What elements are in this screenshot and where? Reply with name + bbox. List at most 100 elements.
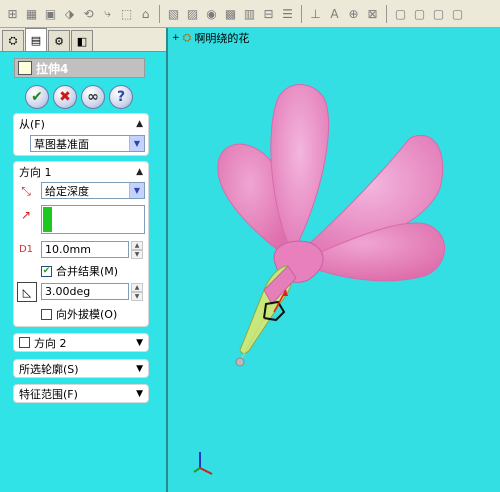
from-group-header[interactable]: 从(F) ▲ bbox=[14, 114, 148, 133]
view-front-icon[interactable]: ▢ bbox=[392, 5, 409, 23]
draft-toggle-button[interactable]: ◺ bbox=[17, 282, 37, 302]
direction2-label: 方向 2 bbox=[34, 336, 67, 350]
depth-icon: D1 bbox=[18, 243, 34, 255]
configuration-icon: ⚙ bbox=[54, 34, 64, 48]
spin-up-icon[interactable]: ▲ bbox=[131, 241, 143, 250]
property-icon: ▤ bbox=[30, 33, 42, 47]
reverse-direction-icon[interactable]: ⤡ bbox=[17, 182, 35, 200]
stem-end bbox=[235, 357, 245, 367]
action-buttons: ✔ ✖ ∞ ? bbox=[25, 85, 133, 109]
feature-scope-group[interactable]: 特征范围(F) ▼ bbox=[13, 384, 149, 403]
depth-input[interactable]: 10.0mm bbox=[41, 241, 129, 258]
rectangle-icon[interactable]: ⬗ bbox=[61, 5, 78, 23]
expand-down-icon[interactable]: ▼ bbox=[136, 338, 143, 348]
centerpoint-icon[interactable]: ⊥ bbox=[307, 5, 324, 23]
display-manager-tab[interactable]: ◧ bbox=[71, 30, 93, 51]
text-icon[interactable]: A bbox=[326, 5, 343, 23]
end-condition-value: 给定深度 bbox=[45, 184, 89, 198]
selected-contours-group[interactable]: 所选轮廓(S) ▼ bbox=[13, 359, 149, 378]
glasses-icon: ∞ bbox=[87, 89, 99, 105]
spline-icon[interactable]: ⬚ bbox=[118, 5, 135, 23]
feature-manager-tab[interactable]: ⛭ bbox=[2, 30, 24, 51]
extrude-icon bbox=[18, 61, 32, 75]
construction-icon[interactable]: ⊟ bbox=[260, 5, 277, 23]
command-toolbar: ⊞ ▦ ▣ ⬗ ⟲ ⤷ ⬚ ⌂ ▧ ▨ ◉ ▩ ▥ ⊟ ☰ ⊥ A ⊕ ⊠ ▢ … bbox=[0, 0, 500, 28]
expand-down-icon[interactable]: ▼ bbox=[136, 389, 143, 399]
direction2-header: 方向 2 bbox=[19, 335, 67, 351]
note-icon[interactable]: ⊕ bbox=[345, 5, 362, 23]
axis-triad bbox=[193, 452, 213, 475]
feature-name: 拉伸4 bbox=[36, 61, 69, 76]
depth-spinner[interactable]: ▲ ▼ bbox=[131, 241, 143, 259]
draft-outward-label: 向外拔模(O) bbox=[56, 308, 118, 321]
toolbar-separator bbox=[386, 4, 387, 23]
spin-down-icon[interactable]: ▼ bbox=[131, 250, 143, 259]
display-icon: ◧ bbox=[76, 34, 88, 48]
expand-down-icon[interactable]: ▼ bbox=[136, 364, 143, 374]
grid-icon[interactable]: ▥ bbox=[241, 5, 258, 23]
chevron-down-icon[interactable]: ▼ bbox=[129, 136, 144, 151]
direction-arrow-icon: ↗ bbox=[20, 208, 32, 222]
smart-dimension-icon[interactable]: ▦ bbox=[23, 5, 40, 23]
direction1-group: 方向 1 ▲ ⤡ 给定深度 ▼ ↗ D1 10.0mm ▲ ▼ ✔ 合并结果(M… bbox=[13, 161, 149, 327]
draft-angle-value: 3.00deg bbox=[45, 285, 91, 298]
merge-result-label: 合并结果(M) bbox=[56, 265, 119, 278]
chevron-down-icon[interactable]: ▼ bbox=[129, 183, 144, 198]
mirror-icon[interactable]: ▨ bbox=[184, 5, 201, 23]
property-manager-panel: ⛭ ▤ ⚙ ◧ 拉伸4 ✔ ✖ ∞ ? 从(F) ▲ 草图基准面 ▼ 方向 1 … bbox=[0, 28, 168, 492]
collapse-up-icon[interactable]: ▲ bbox=[136, 167, 143, 177]
draft-angle-spinner[interactable]: ▲ ▼ bbox=[131, 283, 143, 301]
view-iso-icon[interactable]: ▢ bbox=[449, 5, 466, 23]
direction-selection-box[interactable] bbox=[41, 205, 145, 234]
trim-icon[interactable]: ◉ bbox=[203, 5, 220, 23]
end-condition-select[interactable]: 给定深度 ▼ bbox=[41, 182, 145, 199]
arc-icon[interactable]: ⤷ bbox=[99, 5, 116, 23]
offset-icon[interactable]: ▩ bbox=[222, 5, 239, 23]
start-condition-select[interactable]: 草图基准面 ▼ bbox=[30, 135, 145, 152]
point-icon[interactable]: ⌂ bbox=[137, 5, 154, 23]
relations-icon[interactable]: ☰ bbox=[279, 5, 296, 23]
collapse-up-icon[interactable]: ▲ bbox=[136, 119, 143, 129]
detailed-preview-button[interactable]: ∞ bbox=[81, 85, 105, 109]
feature-tree-icon: ⛭ bbox=[8, 34, 18, 47]
view-right-icon[interactable]: ▢ bbox=[430, 5, 447, 23]
toolbar-separator bbox=[301, 4, 302, 23]
direction2-group[interactable]: 方向 2 ▼ bbox=[13, 333, 149, 352]
from-group: 从(F) ▲ 草图基准面 ▼ bbox=[13, 113, 149, 156]
close-icon: ✖ bbox=[59, 89, 71, 105]
toolbar-separator bbox=[159, 4, 160, 23]
feature-scope-label: 特征范围(F) bbox=[19, 387, 78, 401]
spin-down-icon[interactable]: ▼ bbox=[131, 292, 143, 301]
graphics-area[interactable]: + ⛭ 啊明绕的花 bbox=[168, 28, 500, 492]
checkbox-checked-icon[interactable]: ✔ bbox=[41, 265, 52, 277]
draft-outward-checkbox[interactable]: 向外拔模(O) bbox=[41, 306, 117, 322]
property-manager-tab[interactable]: ▤ bbox=[25, 28, 47, 51]
view-icon[interactable]: ⊠ bbox=[364, 5, 381, 23]
direction2-checkbox[interactable] bbox=[19, 337, 30, 348]
depth-value: 10.0mm bbox=[45, 243, 91, 256]
manager-tabs: ⛭ ▤ ⚙ ◧ bbox=[0, 28, 166, 52]
configuration-manager-tab[interactable]: ⚙ bbox=[48, 30, 70, 51]
view-top-icon[interactable]: ▢ bbox=[411, 5, 428, 23]
direction1-group-header[interactable]: 方向 1 ▲ bbox=[14, 162, 148, 181]
property-manager-title: 拉伸4 bbox=[14, 58, 145, 78]
ok-button[interactable]: ✔ bbox=[25, 85, 49, 109]
checkbox-unchecked-icon[interactable] bbox=[41, 308, 52, 320]
selected-contours-label: 所选轮廓(S) bbox=[19, 362, 79, 376]
direction1-label: 方向 1 bbox=[19, 165, 52, 179]
circle-icon[interactable]: ⟲ bbox=[80, 5, 97, 23]
selection-indicator bbox=[43, 207, 52, 232]
sketch-icon[interactable]: ⊞ bbox=[4, 5, 21, 23]
spin-up-icon[interactable]: ▲ bbox=[131, 283, 143, 292]
start-condition-value: 草图基准面 bbox=[34, 137, 89, 151]
help-button[interactable]: ? bbox=[109, 85, 133, 109]
centerline-icon[interactable]: ▧ bbox=[165, 5, 182, 23]
line-icon[interactable]: ▣ bbox=[42, 5, 59, 23]
flower-model[interactable] bbox=[168, 28, 500, 492]
cancel-button[interactable]: ✖ bbox=[53, 85, 77, 109]
merge-result-checkbox[interactable]: ✔ 合并结果(M) bbox=[41, 263, 118, 279]
check-icon: ✔ bbox=[31, 89, 43, 105]
from-group-label: 从(F) bbox=[19, 117, 45, 131]
help-icon: ? bbox=[116, 89, 126, 105]
draft-angle-input[interactable]: 3.00deg bbox=[41, 283, 129, 300]
